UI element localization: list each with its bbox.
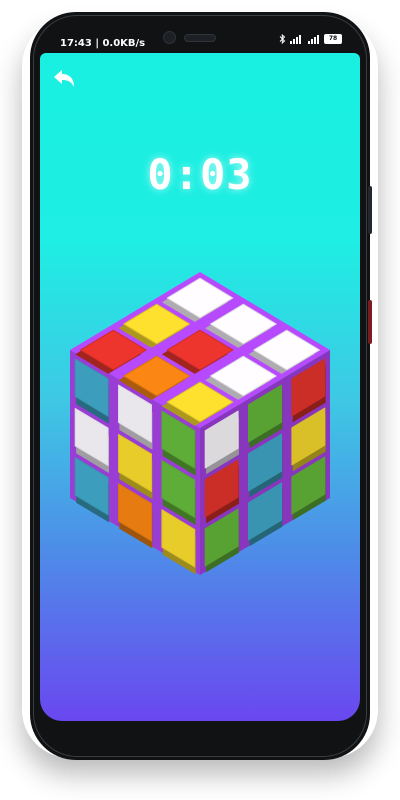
- rubiks-cube[interactable]: [0, 0, 400, 800]
